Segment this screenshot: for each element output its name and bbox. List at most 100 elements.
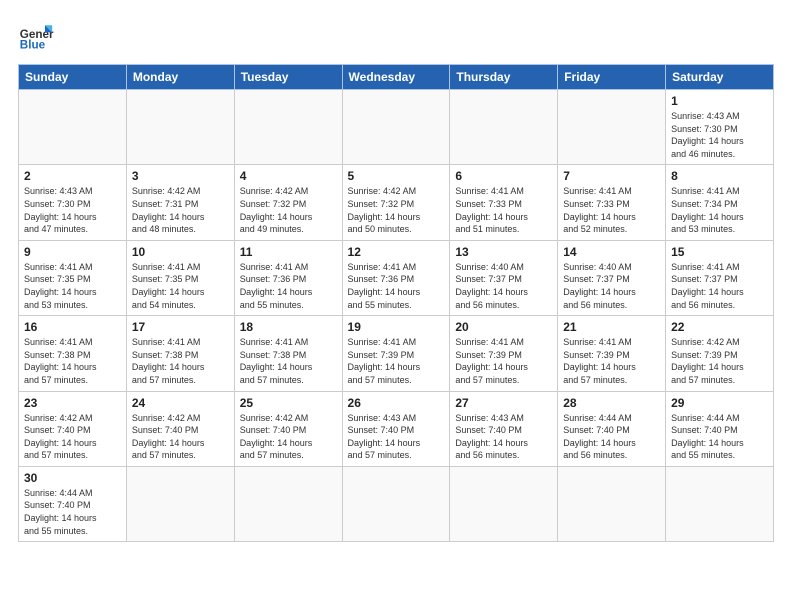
day-cell: 3 Sunrise: 4:42 AM Sunset: 7:31 PM Daylig… (126, 165, 234, 240)
weekday-wednesday: Wednesday (342, 65, 450, 90)
day-number: 5 (348, 169, 445, 183)
day-cell: 16Sunrise: 4:41 AM Sunset: 7:38 PM Dayli… (19, 316, 127, 391)
day-cell: 24Sunrise: 4:42 AM Sunset: 7:40 PM Dayli… (126, 391, 234, 466)
day-cell (234, 466, 342, 541)
day-cell: 21 Sunrise: 4:41 AM Sunset: 7:39 PM Dayli… (558, 316, 666, 391)
day-cell: 10Sunrise: 4:41 AM Sunset: 7:35 PM Dayli… (126, 240, 234, 315)
day-number: 30 (24, 471, 121, 485)
weekday-monday: Monday (126, 65, 234, 90)
day-cell (126, 90, 234, 165)
day-cell: 15Sunrise: 4:41 AM Sunset: 7:37 PM Dayli… (666, 240, 774, 315)
day-cell: 1 Sunrise: 4:43 AM Sunset: 7:30 PM Daylig… (666, 90, 774, 165)
day-info: Sunrise: 4:42 AM Sunset: 7:32 PM Dayligh… (348, 185, 445, 235)
weekday-saturday: Saturday (666, 65, 774, 90)
day-info: Sunrise: 4:41 AM Sunset: 7:34 PM Dayligh… (671, 185, 768, 235)
day-cell: 4 Sunrise: 4:42 AM Sunset: 7:32 PM Daylig… (234, 165, 342, 240)
day-cell: 27Sunrise: 4:43 AM Sunset: 7:40 PM Dayli… (450, 391, 558, 466)
day-number: 6 (455, 169, 552, 183)
svg-text:Blue: Blue (20, 39, 46, 52)
day-cell (666, 466, 774, 541)
day-info: Sunrise: 4:42 AM Sunset: 7:40 PM Dayligh… (24, 412, 121, 462)
day-cell (234, 90, 342, 165)
day-number: 18 (240, 320, 337, 334)
day-number: 17 (132, 320, 229, 334)
day-info: Sunrise: 4:44 AM Sunset: 7:40 PM Dayligh… (671, 412, 768, 462)
day-number: 12 (348, 245, 445, 259)
day-info: Sunrise: 4:41 AM Sunset: 7:33 PM Dayligh… (563, 185, 660, 235)
logo: General Blue (18, 18, 54, 54)
day-cell: 13Sunrise: 4:40 AM Sunset: 7:37 PM Dayli… (450, 240, 558, 315)
weekday-header-row: SundayMondayTuesdayWednesdayThursdayFrid… (19, 65, 774, 90)
day-number: 4 (240, 169, 337, 183)
day-cell: 22Sunrise: 4:42 AM Sunset: 7:39 PM Dayli… (666, 316, 774, 391)
day-info: Sunrise: 4:42 AM Sunset: 7:31 PM Dayligh… (132, 185, 229, 235)
week-row-6: 30 Sunrise: 4:44 AM Sunset: 7:40 PM Dayli… (19, 466, 774, 541)
week-row-3: 9 Sunrise: 4:41 AM Sunset: 7:35 PM Daylig… (19, 240, 774, 315)
day-info: Sunrise: 4:41 AM Sunset: 7:38 PM Dayligh… (240, 336, 337, 386)
day-cell: 8 Sunrise: 4:41 AM Sunset: 7:34 PM Daylig… (666, 165, 774, 240)
day-info: Sunrise: 4:40 AM Sunset: 7:37 PM Dayligh… (563, 261, 660, 311)
day-number: 21 (563, 320, 660, 334)
weekday-sunday: Sunday (19, 65, 127, 90)
day-info: Sunrise: 4:44 AM Sunset: 7:40 PM Dayligh… (563, 412, 660, 462)
day-number: 10 (132, 245, 229, 259)
calendar-page: General Blue SundayMondayTuesdayWednesda… (0, 0, 792, 552)
header: General Blue (18, 18, 774, 54)
week-row-2: 2Sunrise: 4:43 AM Sunset: 7:30 PM Daylig… (19, 165, 774, 240)
day-number: 25 (240, 396, 337, 410)
day-cell (558, 466, 666, 541)
day-number: 26 (348, 396, 445, 410)
day-info: Sunrise: 4:42 AM Sunset: 7:40 PM Dayligh… (240, 412, 337, 462)
day-cell: 14 Sunrise: 4:40 AM Sunset: 7:37 PM Dayli… (558, 240, 666, 315)
week-row-5: 23 Sunrise: 4:42 AM Sunset: 7:40 PM Dayli… (19, 391, 774, 466)
day-info: Sunrise: 4:41 AM Sunset: 7:39 PM Dayligh… (563, 336, 660, 386)
day-number: 24 (132, 396, 229, 410)
weekday-tuesday: Tuesday (234, 65, 342, 90)
day-info: Sunrise: 4:41 AM Sunset: 7:39 PM Dayligh… (348, 336, 445, 386)
day-cell: 28Sunrise: 4:44 AM Sunset: 7:40 PM Dayli… (558, 391, 666, 466)
day-info: Sunrise: 4:41 AM Sunset: 7:35 PM Dayligh… (24, 261, 121, 311)
day-number: 13 (455, 245, 552, 259)
day-number: 7 (563, 169, 660, 183)
day-info: Sunrise: 4:42 AM Sunset: 7:32 PM Dayligh… (240, 185, 337, 235)
day-info: Sunrise: 4:41 AM Sunset: 7:38 PM Dayligh… (132, 336, 229, 386)
day-cell: 25 Sunrise: 4:42 AM Sunset: 7:40 PM Dayli… (234, 391, 342, 466)
day-number: 14 (563, 245, 660, 259)
calendar-table: SundayMondayTuesdayWednesdayThursdayFrid… (18, 64, 774, 542)
day-number: 29 (671, 396, 768, 410)
day-number: 9 (24, 245, 121, 259)
day-cell: 17 Sunrise: 4:41 AM Sunset: 7:38 PM Dayli… (126, 316, 234, 391)
day-cell (19, 90, 127, 165)
weekday-friday: Friday (558, 65, 666, 90)
weekday-thursday: Thursday (450, 65, 558, 90)
day-number: 3 (132, 169, 229, 183)
day-number: 20 (455, 320, 552, 334)
week-row-1: 1 Sunrise: 4:43 AM Sunset: 7:30 PM Daylig… (19, 90, 774, 165)
day-cell: 29 Sunrise: 4:44 AM Sunset: 7:40 PM Dayli… (666, 391, 774, 466)
day-info: Sunrise: 4:41 AM Sunset: 7:37 PM Dayligh… (671, 261, 768, 311)
day-info: Sunrise: 4:44 AM Sunset: 7:40 PM Dayligh… (24, 487, 121, 537)
day-cell: 30 Sunrise: 4:44 AM Sunset: 7:40 PM Dayli… (19, 466, 127, 541)
day-number: 11 (240, 245, 337, 259)
day-info: Sunrise: 4:43 AM Sunset: 7:30 PM Dayligh… (671, 110, 768, 160)
day-cell (558, 90, 666, 165)
day-cell: 20Sunrise: 4:41 AM Sunset: 7:39 PM Dayli… (450, 316, 558, 391)
day-info: Sunrise: 4:41 AM Sunset: 7:36 PM Dayligh… (348, 261, 445, 311)
logo-icon: General Blue (18, 18, 54, 54)
day-cell: 23 Sunrise: 4:42 AM Sunset: 7:40 PM Dayli… (19, 391, 127, 466)
day-cell: 19 Sunrise: 4:41 AM Sunset: 7:39 PM Dayli… (342, 316, 450, 391)
day-cell: 9 Sunrise: 4:41 AM Sunset: 7:35 PM Daylig… (19, 240, 127, 315)
day-cell (450, 466, 558, 541)
day-cell (342, 90, 450, 165)
day-cell: 12 Sunrise: 4:41 AM Sunset: 7:36 PM Dayli… (342, 240, 450, 315)
day-cell: 11Sunrise: 4:41 AM Sunset: 7:36 PM Dayli… (234, 240, 342, 315)
day-number: 19 (348, 320, 445, 334)
day-cell: 18 Sunrise: 4:41 AM Sunset: 7:38 PM Dayli… (234, 316, 342, 391)
day-number: 22 (671, 320, 768, 334)
day-number: 8 (671, 169, 768, 183)
day-number: 23 (24, 396, 121, 410)
day-info: Sunrise: 4:43 AM Sunset: 7:40 PM Dayligh… (348, 412, 445, 462)
calendar-header: SundayMondayTuesdayWednesdayThursdayFrid… (19, 65, 774, 90)
day-cell: 26 Sunrise: 4:43 AM Sunset: 7:40 PM Dayli… (342, 391, 450, 466)
day-number: 1 (671, 94, 768, 108)
